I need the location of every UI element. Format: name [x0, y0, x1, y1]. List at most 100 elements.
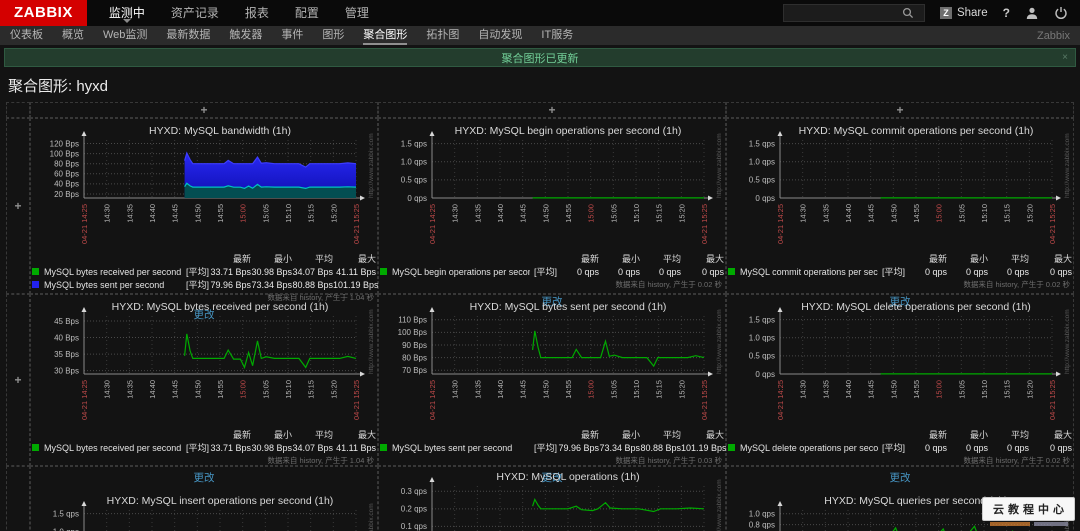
add-column-button[interactable]: +	[896, 104, 903, 116]
legend-function: [平均]	[186, 443, 210, 453]
watermark-badge: 云教程中心	[982, 497, 1075, 521]
add-row-button[interactable]: +	[14, 374, 21, 386]
legend-row: MySQL delete operations per second [平均] 0 …	[728, 441, 1072, 454]
graph-image[interactable]: HYXD: MySQL delete operations per second…	[728, 300, 1072, 426]
subnav-it-services[interactable]: IT服务	[541, 26, 573, 45]
zabbix-logo[interactable]: ZABBIX	[0, 0, 87, 26]
legend-header: 平均	[314, 430, 333, 440]
graph-footer: 数据来自 history, 产生于 0.03 秒	[615, 456, 722, 465]
svg-text:14:55: 14:55	[216, 204, 225, 223]
subnav-overview[interactable]: 概览	[62, 26, 84, 45]
svg-text:HYXD: MySQL commit operations: HYXD: MySQL commit operations per second…	[799, 125, 1034, 137]
svg-text:14:30: 14:30	[103, 204, 112, 223]
add-row-button[interactable]: +	[14, 200, 21, 212]
menu-item-administration[interactable]: 管理	[345, 0, 369, 26]
share-label: Share	[956, 7, 988, 19]
subnav-web[interactable]: Web监测	[103, 26, 147, 45]
svg-text:14:30: 14:30	[451, 204, 460, 223]
svg-text:14:40: 14:40	[496, 204, 505, 223]
svg-text:14:55: 14:55	[216, 380, 225, 399]
graph-block: HYXD: MySQL bytes sent per second (1h) 04…	[380, 300, 727, 485]
svg-text:14:40: 14:40	[844, 380, 853, 399]
legend-header-row: 最新 最小 平均 最大	[380, 428, 724, 441]
svg-text:15:00: 15:00	[935, 380, 944, 399]
svg-text:15:15: 15:15	[655, 204, 664, 223]
subnav-graphs[interactable]: 图形	[322, 26, 344, 45]
svg-text:04-21 15:25: 04-21 15:25	[352, 204, 361, 244]
svg-text:70 Bps: 70 Bps	[402, 366, 427, 375]
add-column-button[interactable]: +	[200, 104, 207, 116]
svg-text:HYXD: MySQL queries per second: HYXD: MySQL queries per second (1h)	[824, 495, 1007, 507]
graph-block: HYXD: MySQL insert operations per second…	[32, 494, 376, 531]
graph-footer: 数据来自 history, 产生于 0.02 秒	[615, 280, 722, 289]
search-icon[interactable]	[902, 7, 914, 19]
legend-value: 0 qps	[701, 266, 724, 277]
add-column-cell: +	[30, 102, 378, 118]
subnav-events[interactable]: 事件	[281, 26, 303, 45]
legend-header: 平均	[662, 254, 681, 264]
svg-text:14:35: 14:35	[125, 204, 134, 223]
legend-function: [平均]	[534, 443, 558, 453]
svg-text:0.5 qps: 0.5 qps	[401, 176, 427, 185]
screen-cell: HYXD: MySQL bytes received per second (1…	[30, 294, 378, 484]
graph-image[interactable]: HYXD: MySQL bytes received per second (1…	[32, 300, 376, 426]
svg-text:14:50: 14:50	[193, 380, 202, 399]
add-column-button[interactable]: +	[548, 104, 555, 116]
subnav-latest-data[interactable]: 最新数据	[166, 26, 210, 45]
svg-text:60 Bps: 60 Bps	[54, 170, 79, 179]
svg-text:15:15: 15:15	[307, 204, 316, 223]
graph-image[interactable]: HYXD: MySQL begin operations per second …	[380, 124, 724, 250]
legend-color-swatch	[32, 268, 39, 275]
svg-text:14:40: 14:40	[148, 204, 157, 223]
legend-header: 最新	[232, 430, 251, 440]
svg-text:90 Bps: 90 Bps	[402, 341, 427, 350]
graph-image[interactable]: HYXD: MySQL operations (1h)04-21 14:2514…	[380, 470, 724, 531]
legend-row: MySQL bytes received per second [平均] 33.71…	[32, 441, 376, 454]
legend-header: 最小	[969, 254, 988, 264]
svg-text:14:55: 14:55	[564, 380, 573, 399]
legend-value: 0 qps	[965, 266, 988, 277]
legend-color-swatch	[32, 444, 39, 451]
svg-text:15:20: 15:20	[677, 204, 686, 223]
legend-row: MySQL begin operations per second [平均] 0 q…	[380, 265, 724, 278]
svg-text:0.2 qps: 0.2 qps	[401, 505, 427, 514]
subnav-screens[interactable]: 聚合图形	[363, 26, 407, 45]
svg-text:30 Bps: 30 Bps	[54, 366, 79, 375]
graph-image[interactable]: HYXD: MySQL bytes sent per second (1h) 04…	[380, 300, 724, 426]
legend-value: 73.34 Bps	[251, 279, 292, 290]
svg-text:http://www.zabbix.com: http://www.zabbix.com	[368, 503, 375, 531]
graph-image[interactable]: HYXD: MySQL bandwidth (1h) 04-21 14:25 14:…	[32, 124, 376, 250]
svg-text:04-21 15:25: 04-21 15:25	[700, 380, 709, 420]
svg-text:15:20: 15:20	[677, 380, 686, 399]
legend-value: 80.88 Bps	[640, 442, 681, 453]
graph-image[interactable]: HYXD: MySQL insert operations per second…	[32, 494, 376, 531]
svg-text:14:55: 14:55	[564, 204, 573, 223]
svg-text:15:10: 15:10	[632, 380, 641, 399]
share-button[interactable]: Z Share	[939, 7, 988, 19]
user-profile-icon[interactable]	[1025, 6, 1039, 20]
graph-image[interactable]: HYXD: MySQL commit operations per second…	[728, 124, 1072, 250]
logout-power-icon[interactable]	[1054, 6, 1068, 20]
menu-item-inventory[interactable]: 资产记录	[171, 0, 219, 26]
svg-text:14:45: 14:45	[519, 380, 528, 399]
main-menu: 监测中 资产记录 报表 配置 管理	[109, 0, 369, 26]
legend-value: 0 qps	[1006, 442, 1029, 453]
menu-item-reports[interactable]: 报表	[245, 0, 269, 26]
subnav-maps[interactable]: 拓扑图	[426, 26, 459, 45]
search-box[interactable]	[782, 4, 925, 22]
svg-text:04-21 14:25: 04-21 14:25	[80, 380, 89, 420]
menu-item-monitoring[interactable]: 监测中	[109, 0, 145, 26]
subnav-dashboard[interactable]: 仪表板	[10, 26, 43, 45]
legend-header: 最小	[969, 430, 988, 440]
menu-item-configuration[interactable]: 配置	[295, 0, 319, 26]
banner-message: 聚合图形已更新	[501, 52, 579, 65]
subnav-triggers[interactable]: 触发器	[229, 26, 262, 45]
help-button[interactable]: ?	[1003, 6, 1010, 20]
svg-text:0.1 qps: 0.1 qps	[401, 522, 427, 531]
legend-value: 41.11 Bps	[336, 266, 376, 277]
subnav-discovery[interactable]: 自动发现	[478, 26, 522, 45]
banner-close-icon[interactable]: ×	[1062, 52, 1068, 63]
search-input[interactable]	[787, 6, 902, 20]
svg-text:14:35: 14:35	[821, 204, 830, 223]
svg-text:HYXD: MySQL bytes received per: HYXD: MySQL bytes received per second (1…	[112, 301, 329, 313]
